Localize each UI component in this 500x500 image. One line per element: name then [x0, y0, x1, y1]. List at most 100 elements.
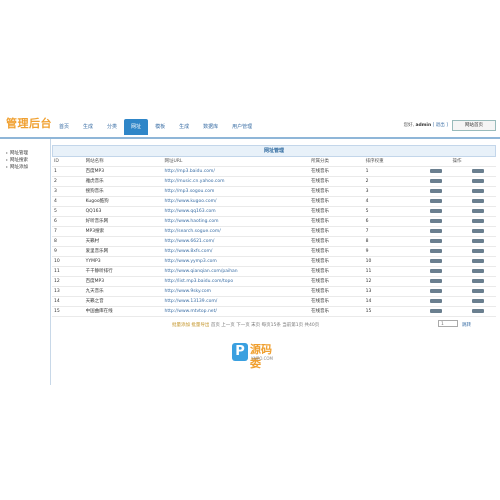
- row-category: 在线音乐: [309, 216, 364, 227]
- header-id: ID: [52, 157, 84, 167]
- edit-button[interactable]: [430, 278, 443, 283]
- row-category: 在线音乐: [309, 166, 364, 177]
- edit-button[interactable]: [430, 228, 443, 233]
- row-url[interactable]: http://list.mp3.baidu.com/topo: [162, 276, 310, 287]
- edit-button[interactable]: [430, 308, 443, 313]
- delete-button[interactable]: [472, 308, 485, 313]
- row-name: MP3搜索: [83, 226, 163, 237]
- row-id: 8: [52, 236, 84, 247]
- nav-tab[interactable]: 生成: [76, 119, 100, 135]
- header-name: 网站名称: [83, 157, 163, 167]
- delete-button[interactable]: [472, 238, 485, 243]
- edit-button[interactable]: [430, 298, 443, 303]
- row-actions: [418, 306, 496, 317]
- row-actions: [418, 166, 496, 177]
- nav-tab[interactable]: 分类: [100, 119, 124, 135]
- page-jump-input[interactable]: 1: [438, 320, 458, 327]
- edit-button[interactable]: [430, 288, 443, 293]
- row-sort: 12: [363, 276, 419, 287]
- delete-button[interactable]: [472, 188, 485, 193]
- row-id: 4: [52, 196, 84, 207]
- nav-tab[interactable]: 用户管理: [225, 119, 259, 135]
- edit-button[interactable]: [430, 208, 443, 213]
- table-row: 7 MP3搜索 http://search.sogue.com/在线音乐 7: [52, 226, 496, 237]
- delete-button[interactable]: [472, 268, 485, 273]
- row-url[interactable]: http://music.cn.yahoo.com: [162, 176, 310, 187]
- row-name: 中国曲库在线: [83, 306, 163, 317]
- row-url[interactable]: http://www.kugoo.com/: [162, 196, 310, 207]
- delete-button[interactable]: [472, 298, 485, 303]
- row-url[interactable]: http://www.mtvtop.net/: [162, 306, 310, 317]
- row-name: 千千静听排行: [83, 266, 163, 277]
- row-category: 在线音乐: [309, 226, 364, 237]
- row-actions: [418, 246, 496, 257]
- nav-tab[interactable]: 网址: [124, 119, 149, 135]
- delete-button[interactable]: [472, 228, 485, 233]
- batch-actions[interactable]: 批量添加 批量导出: [172, 323, 209, 328]
- row-id: 7: [52, 226, 84, 237]
- row-actions: [418, 296, 496, 307]
- row-url[interactable]: http://www.9sky.com: [162, 286, 310, 297]
- row-category: 在线音乐: [309, 296, 364, 307]
- pager-text[interactable]: 首页 上一页 下一页 末页 每页15条 当前第1页 共40页: [211, 323, 319, 328]
- row-actions: [418, 266, 496, 277]
- sidebar-item-url-manage[interactable]: 网址管理: [0, 149, 50, 156]
- row-url[interactable]: http://www.13139.com/: [162, 296, 310, 307]
- row-id: 3: [52, 186, 84, 197]
- row-actions: [418, 256, 496, 267]
- row-name: 好听音乐网: [83, 216, 163, 227]
- app-logo: 管理后台: [6, 117, 52, 130]
- row-url[interactable]: http://www.yymp3.com: [162, 256, 310, 267]
- edit-button[interactable]: [430, 198, 443, 203]
- row-name: 百度MP3: [83, 166, 163, 177]
- row-url[interactable]: http://www.6621.com/: [162, 236, 310, 247]
- delete-button[interactable]: [472, 248, 485, 253]
- nav-tab[interactable]: 数据库: [196, 119, 225, 135]
- row-category: 在线音乐: [309, 286, 364, 297]
- nav-tab[interactable]: 首页: [52, 119, 76, 135]
- logout-link[interactable]: [ 退出 ]: [433, 123, 448, 128]
- edit-button[interactable]: [430, 248, 443, 253]
- row-category: 在线音乐: [309, 196, 364, 207]
- row-url[interactable]: http://mp3.baidu.com/: [162, 166, 310, 177]
- page-jump-button[interactable]: 跳转: [462, 322, 471, 328]
- row-url[interactable]: http://mp3.sogou.com: [162, 186, 310, 197]
- delete-button[interactable]: [472, 208, 485, 213]
- delete-button[interactable]: [472, 278, 485, 283]
- table-row: 8 天籁村 http://www.6621.com/在线音乐 8: [52, 236, 496, 247]
- watermark-logo: P 源码委 YMPO.COM: [232, 343, 276, 370]
- sidebar-item-url-search[interactable]: 网址搜索: [0, 156, 50, 163]
- row-id: 15: [52, 306, 84, 317]
- edit-button[interactable]: [430, 258, 443, 263]
- row-name: QQ163: [83, 206, 163, 217]
- delete-button[interactable]: [472, 178, 485, 183]
- edit-button[interactable]: [430, 218, 443, 223]
- sidebar: 网址管理 网址搜索 网址添加: [0, 139, 51, 385]
- row-url[interactable]: http://search.sogue.com/: [162, 226, 310, 237]
- row-url[interactable]: http://www.qianqian.com/paihan: [162, 266, 310, 277]
- edit-button[interactable]: [430, 238, 443, 243]
- nav-tab[interactable]: 模板: [148, 119, 172, 135]
- row-url[interactable]: http://www.qq163.com: [162, 206, 310, 217]
- sidebar-item-url-add[interactable]: 网址添加: [0, 163, 50, 170]
- edit-button[interactable]: [430, 178, 443, 183]
- site-home-button[interactable]: 网站首页: [452, 120, 496, 131]
- edit-button[interactable]: [430, 188, 443, 193]
- delete-button[interactable]: [472, 218, 485, 223]
- edit-button[interactable]: [430, 268, 443, 273]
- row-url[interactable]: http://www.8xfs.com/: [162, 246, 310, 257]
- table-row: 12 百度MP3 http://list.mp3.baidu.com/topo 在线音…: [52, 276, 496, 287]
- delete-button[interactable]: [472, 168, 485, 173]
- row-url[interactable]: http://www.haoting.com: [162, 216, 310, 227]
- row-sort: 1: [363, 166, 419, 177]
- table-row: 11 千千静听排行 http://www.qianqian.com/paihan 在线…: [52, 266, 496, 277]
- delete-button[interactable]: [472, 258, 485, 263]
- table-row: 5 QQ163 http://www.qq163.com 在线音乐 5: [52, 206, 496, 217]
- delete-button[interactable]: [472, 288, 485, 293]
- row-actions: [418, 226, 496, 237]
- edit-button[interactable]: [430, 168, 443, 173]
- row-name: 九天音乐: [83, 286, 163, 297]
- url-table: ID 网站名称 网址URL 所属分类 排序权重 操作 1 百度MP3 http://…: [52, 157, 496, 317]
- delete-button[interactable]: [472, 198, 485, 203]
- nav-tab[interactable]: 生成: [172, 119, 196, 135]
